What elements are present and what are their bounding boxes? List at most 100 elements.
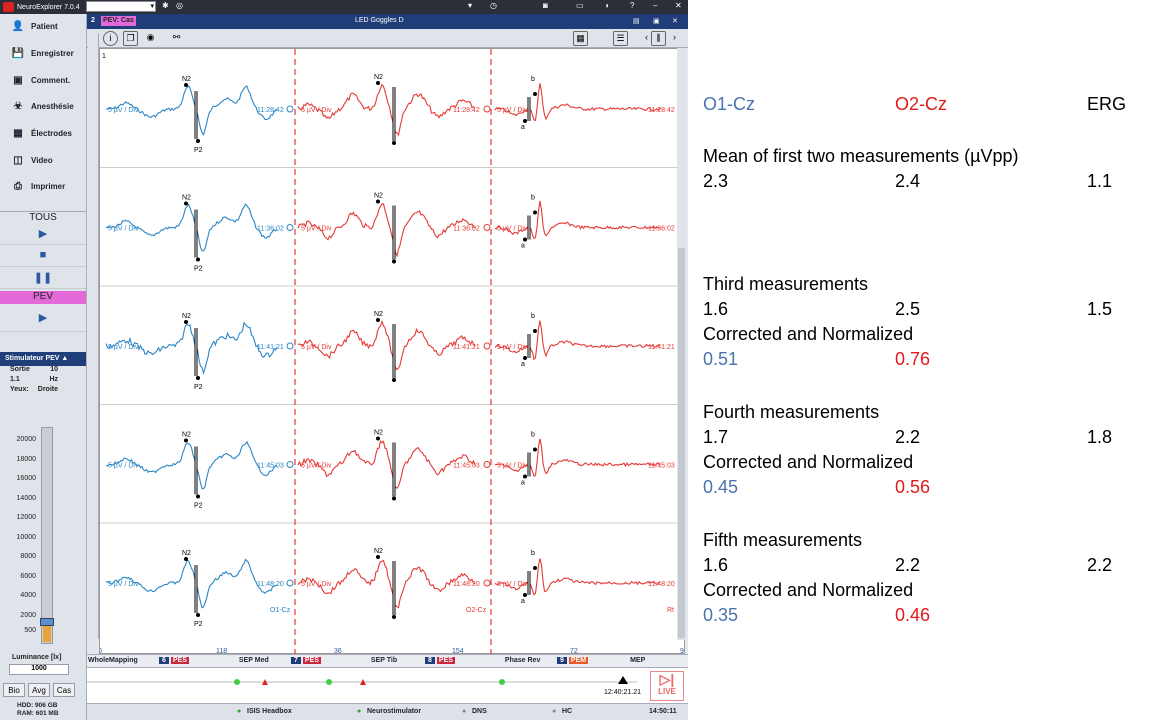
- peak-label: N2: [374, 311, 383, 318]
- layout-icon[interactable]: ▤: [633, 17, 640, 25]
- baseline-handle[interactable]: [286, 105, 294, 113]
- stim-row[interactable]: Sortie 10: [0, 366, 86, 376]
- play-icon: ▶: [38, 311, 48, 324]
- close-icon[interactable]: ✕: [675, 1, 682, 10]
- stim-row[interactable]: Yeux: Droite: [0, 386, 86, 396]
- sidebar-item-save[interactable]: 💾 Enregistrer: [0, 41, 86, 68]
- peak-dot: [392, 378, 396, 382]
- peak-label: b: [531, 313, 535, 320]
- scroll-right-icon[interactable]: ›: [667, 31, 682, 46]
- chevron-up-icon: ▲: [61, 354, 69, 362]
- sidebar-item-person[interactable]: 👤 Patient: [0, 14, 86, 41]
- peak-dot: [196, 257, 200, 262]
- baseline-handle[interactable]: [286, 579, 294, 587]
- modality-badge[interactable]: PEV: Cas: [101, 16, 136, 26]
- help-icon[interactable]: ?: [630, 1, 634, 10]
- baseline-handle[interactable]: [483, 579, 491, 587]
- peak-dot: [392, 615, 396, 619]
- protocol-dropdown[interactable]: ▾: [86, 1, 156, 12]
- close-panel-icon[interactable]: ✕: [672, 17, 678, 25]
- waveform-plot[interactable]: N2 P2 N2 b a 11:28:42 11:28:42 11:28:42 5 µV / D…: [99, 48, 686, 655]
- contrast-icon[interactable]: ◑: [604, 1, 609, 10]
- live-button[interactable]: ▷| LIVE: [650, 671, 684, 701]
- modality-tab[interactable]: 7 PES SEP Tib: [291, 657, 397, 664]
- play-all-button[interactable]: ▶: [0, 223, 86, 245]
- timeline-cursor[interactable]: [618, 676, 628, 684]
- baseline-handle[interactable]: [483, 342, 491, 350]
- scale-tick: 20000: [16, 436, 36, 443]
- erg-timestamp: 11:28:42: [648, 107, 675, 114]
- baseline-handle[interactable]: [483, 224, 491, 231]
- peak-label: b: [531, 432, 535, 439]
- o2-gain-label: 5 µV / Div: [301, 226, 332, 233]
- list-view-icon[interactable]: ☰: [613, 31, 628, 46]
- pev-section-title: PEV: [0, 290, 86, 304]
- luminance-slider-thumb[interactable]: [40, 618, 54, 627]
- sidebar-item-comment[interactable]: ▣ Comment.: [0, 67, 86, 94]
- timeline-event[interactable]: [234, 679, 240, 685]
- play-pev-button[interactable]: ▶: [0, 304, 86, 332]
- gear-icon[interactable]: ✱: [162, 1, 169, 10]
- modality-tab[interactable]: WholeMapping: [88, 657, 138, 664]
- sidebar-item-anesthesia[interactable]: ☣ Anesthésie: [0, 94, 86, 121]
- pause-all-button[interactable]: ❚❚: [0, 267, 86, 289]
- erg-waveform: [494, 558, 661, 596]
- timeline-event[interactable]: [499, 679, 505, 685]
- baseline-handle[interactable]: [483, 461, 491, 468]
- check-icon[interactable]: ◎: [176, 1, 183, 10]
- peak-label: N2: [182, 432, 191, 439]
- status-bar: 14:50:11 ● ISIS Headbox ● Neurostimulator ● D…: [87, 704, 688, 720]
- tab-bio[interactable]: Bio: [3, 683, 25, 697]
- left-scrollbar[interactable]: [88, 33, 99, 639]
- peak-dot: [523, 474, 527, 479]
- sidebar-item-print[interactable]: ⎙ Imprimer: [0, 174, 86, 201]
- baseline-handle[interactable]: [286, 224, 294, 231]
- dropdown-icon[interactable]: ▾: [468, 1, 472, 10]
- sidebar-item-electrodes[interactable]: ▦ Électrodes: [0, 121, 86, 148]
- eye-icon[interactable]: ◉: [143, 31, 158, 46]
- peak-dot: [196, 613, 200, 617]
- right-scrollbar[interactable]: [677, 48, 686, 640]
- main-panel: 2 PEV: Cas LED Goggles D ▤ ▣ ✕ i ❐ ◉ ⚯ ▦…: [87, 14, 688, 720]
- corrected-o2: 0.76: [895, 349, 931, 369]
- luminance-input[interactable]: 1000: [9, 664, 69, 675]
- timeline-event[interactable]: [326, 679, 332, 685]
- sidebar-item-label: Imprimer: [31, 182, 66, 192]
- sidebar-item-video[interactable]: ◫ Video: [0, 147, 86, 174]
- timeline[interactable]: 12:40:21.21: [87, 668, 688, 704]
- channel-label-o1: O1-Cz: [270, 607, 291, 614]
- erg-timestamp: 11:36:02: [648, 226, 675, 233]
- network-icon[interactable]: ⚯: [169, 31, 184, 46]
- monitor-icon[interactable]: ▭: [576, 1, 584, 10]
- camera-icon[interactable]: ◙: [543, 1, 548, 10]
- system-info: HDD: 906 GB RAM: 601 MB: [17, 702, 59, 718]
- modality-tab[interactable]: 6 PES SEP Med: [159, 657, 269, 664]
- corrected-label: Corrected and Normalized: [703, 580, 914, 600]
- window-icon[interactable]: ▣: [653, 17, 660, 25]
- grid-view-icon[interactable]: ▦: [573, 31, 588, 46]
- timer-icon[interactable]: ◷: [490, 1, 497, 10]
- baseline-handle[interactable]: [483, 105, 491, 113]
- tab-tag: PES: [302, 657, 321, 664]
- tab-cas[interactable]: Cas: [53, 683, 75, 697]
- stimulator-header[interactable]: Stimulateur PEV ▲: [0, 351, 86, 366]
- modality-tab[interactable]: 8 PES Phase Rev: [425, 657, 540, 664]
- live-icon: ▷|: [659, 671, 675, 687]
- baseline-handle[interactable]: [286, 342, 294, 350]
- minimize-icon[interactable]: –: [653, 1, 657, 10]
- baseline-handle[interactable]: [286, 461, 294, 468]
- sidebar-item-label: Comment.: [31, 75, 71, 85]
- modality-tab[interactable]: 9 PEM MEP: [557, 657, 645, 664]
- luminance-slider[interactable]: [40, 427, 54, 644]
- stop-all-button[interactable]: ■: [0, 245, 86, 267]
- tab-avg[interactable]: Avg: [28, 683, 50, 697]
- sidebar-item-label: Patient: [31, 22, 58, 32]
- info-icon[interactable]: i: [103, 31, 118, 46]
- stim-row[interactable]: 1.1 Hz: [0, 376, 86, 386]
- erg-gain-label: 5 µV / Div: [497, 226, 528, 233]
- columns-icon[interactable]: ⫼: [651, 31, 666, 46]
- o2-timestamp: 11:45:03: [453, 463, 480, 470]
- status-indicator-icon: ●: [552, 708, 557, 715]
- copy-icon[interactable]: ❐: [123, 31, 138, 46]
- scroll-thumb[interactable]: [678, 248, 685, 638]
